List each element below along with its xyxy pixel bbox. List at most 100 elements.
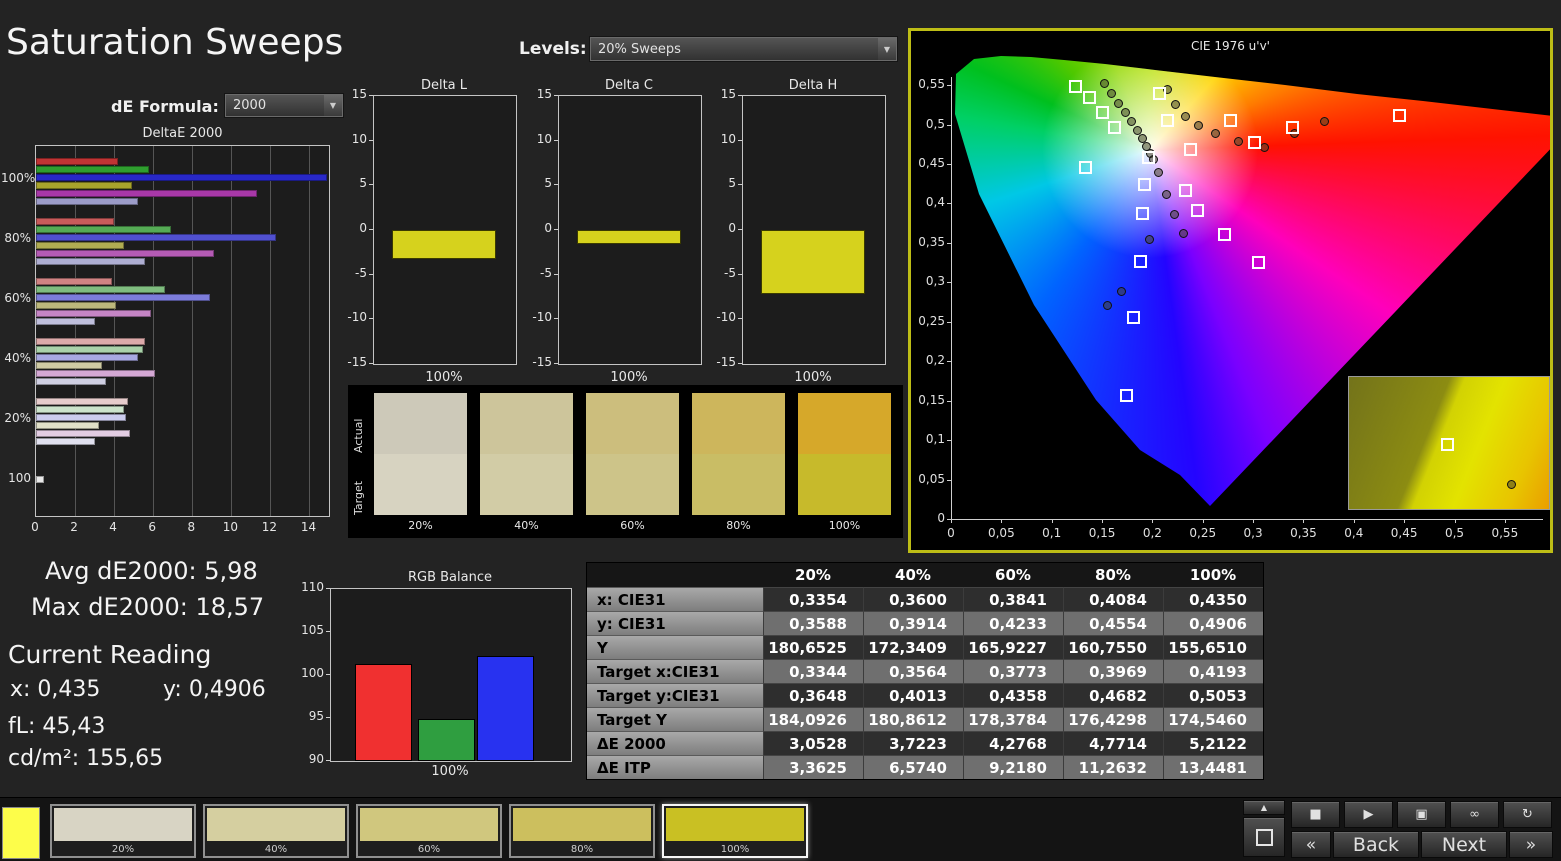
x-axis-label: 100% [431, 764, 469, 779]
stop-icon[interactable]: ■ [1291, 801, 1340, 828]
tick [369, 229, 373, 230]
test-patch-20%[interactable]: 20% [50, 804, 196, 858]
table-cell: 178,3784 [963, 707, 1063, 731]
table-cell: 4,2768 [963, 731, 1063, 755]
de-bar [36, 318, 95, 325]
target-marker [1119, 388, 1133, 402]
table-cell: 0,4350 [1163, 587, 1263, 611]
row-label: y: CIE31 [587, 611, 763, 635]
de-bar [36, 218, 115, 225]
tick [554, 95, 558, 96]
axis-tick-label: 100% [1, 171, 36, 185]
tick [369, 95, 373, 96]
axis-tick-label: -15 [532, 355, 552, 369]
delta-l-chart: Delta L 15 10 5 0 -5 -10 -15 100% [341, 78, 517, 385]
pattern-icon[interactable]: ▣ [1397, 801, 1446, 828]
target-marker [1141, 150, 1155, 164]
table-cell: 0,4554 [1063, 611, 1163, 635]
rgb-balance-chart: RGB Balance 110 105 100 95 90 100% [298, 570, 572, 782]
refresh-icon[interactable]: ↻ [1503, 801, 1552, 828]
target-marker [1251, 256, 1265, 270]
de-bar [36, 242, 124, 249]
column-header: 100% [1163, 563, 1263, 587]
tick [951, 519, 952, 523]
chevron-down-icon[interactable]: ▼ [878, 38, 896, 60]
axis-tick-label: 0,55 [918, 77, 945, 92]
axis-tick-label: 0,25 [918, 313, 945, 328]
chart-title: RGB Balance [407, 570, 492, 585]
de-bar [36, 438, 95, 445]
test-patch-100%[interactable]: 100% [662, 804, 808, 858]
axis-tick-label: 0 [937, 511, 945, 525]
delta-h-chart: Delta H 15 10 5 0 -5 -10 -15 100% [710, 78, 886, 385]
axis-tick-label: 6 [148, 520, 157, 534]
forward-button[interactable]: » [1509, 831, 1553, 858]
axis-tick-label: 0,05 [918, 471, 945, 486]
app-window: Saturation Sweeps dE Formula: 2000 ▼ Lev… [0, 0, 1561, 861]
column-header: 60% [963, 563, 1063, 587]
target-marker [1126, 310, 1140, 324]
de-bar [36, 226, 171, 233]
test-patch-40%[interactable]: 40% [203, 804, 349, 858]
de-formula-label: dE Formula: [111, 97, 219, 116]
patch-color [360, 808, 498, 841]
axis-tick-label: -15 [347, 355, 367, 369]
axis-tick-label: 10 [351, 131, 367, 146]
column-header: 20% [763, 563, 863, 587]
stop-pattern-button[interactable] [1243, 817, 1285, 857]
loop-icon[interactable]: ∞ [1450, 801, 1499, 828]
measurement-dot [1099, 79, 1109, 89]
de-formula-select[interactable]: 2000 ▼ [224, 93, 344, 118]
test-patch-60%[interactable]: 60% [356, 804, 502, 858]
axis-tick-label: 10 [222, 520, 238, 534]
de-formula-value: 2000 [233, 98, 267, 113]
blue-bar [477, 656, 534, 761]
back-button[interactable]: Back [1333, 831, 1419, 858]
table-cell: 174,5460 [1163, 707, 1263, 731]
tick [1353, 519, 1355, 523]
next-button[interactable]: Next [1421, 831, 1507, 858]
table-cell: 0,3600 [863, 587, 963, 611]
target-marker [1152, 86, 1166, 100]
axis-tick-label: 0,2 [925, 353, 945, 368]
de-bar [36, 278, 113, 285]
axis-tick-label: 0,1 [1042, 526, 1062, 540]
axis-tick-label: 0 [728, 221, 736, 235]
axis-tick-label: 0,25 [1189, 526, 1217, 540]
axis-tick-label: 100 [8, 471, 31, 485]
measurement-dot [1259, 143, 1269, 153]
levels-select[interactable]: 20% Sweeps ▼ [589, 36, 898, 62]
axis-tick-label: 8 [187, 520, 196, 534]
target-swatch [480, 454, 573, 515]
de-bar [36, 354, 138, 361]
reading-cdm2: cd/m²: 155,65 [8, 746, 164, 771]
tick [947, 361, 951, 363]
play-icon[interactable]: ▶ [1344, 801, 1393, 828]
tick [947, 440, 951, 442]
current-color-swatch [2, 807, 40, 859]
axis-tick-label: 0,5 [1444, 526, 1465, 540]
de-bar [36, 310, 152, 317]
de-bar [36, 362, 103, 369]
measurement-dot [1181, 111, 1191, 121]
row-label: ΔE 2000 [587, 731, 763, 755]
actual-swatch [374, 393, 467, 454]
chevron-down-icon[interactable]: ▼ [324, 95, 342, 116]
swatch-label: 100% [828, 519, 861, 532]
table-cell: 172,3409 [863, 635, 963, 659]
table-cell: 3,0528 [763, 731, 863, 755]
axis-tick-label: 2 [70, 520, 78, 534]
axis-tick-label: 0,4 [925, 195, 945, 210]
target-swatch [798, 454, 891, 515]
test-patch-80%[interactable]: 80% [509, 804, 655, 858]
scroll-up-button[interactable]: ▲ [1243, 800, 1285, 815]
de-bar [36, 250, 214, 257]
current-reading-label: Current Reading [8, 640, 212, 669]
axis-tick-label: 40% [4, 351, 31, 365]
axis-tick-label: 0,05 [987, 526, 1015, 540]
row-label: Target x:CIE31 [587, 659, 763, 683]
measurement-dot [1113, 98, 1123, 108]
axis-tick-label: -15 [716, 355, 736, 369]
axis-tick-label: 0,15 [918, 392, 945, 407]
prev-button[interactable]: « [1291, 831, 1331, 858]
